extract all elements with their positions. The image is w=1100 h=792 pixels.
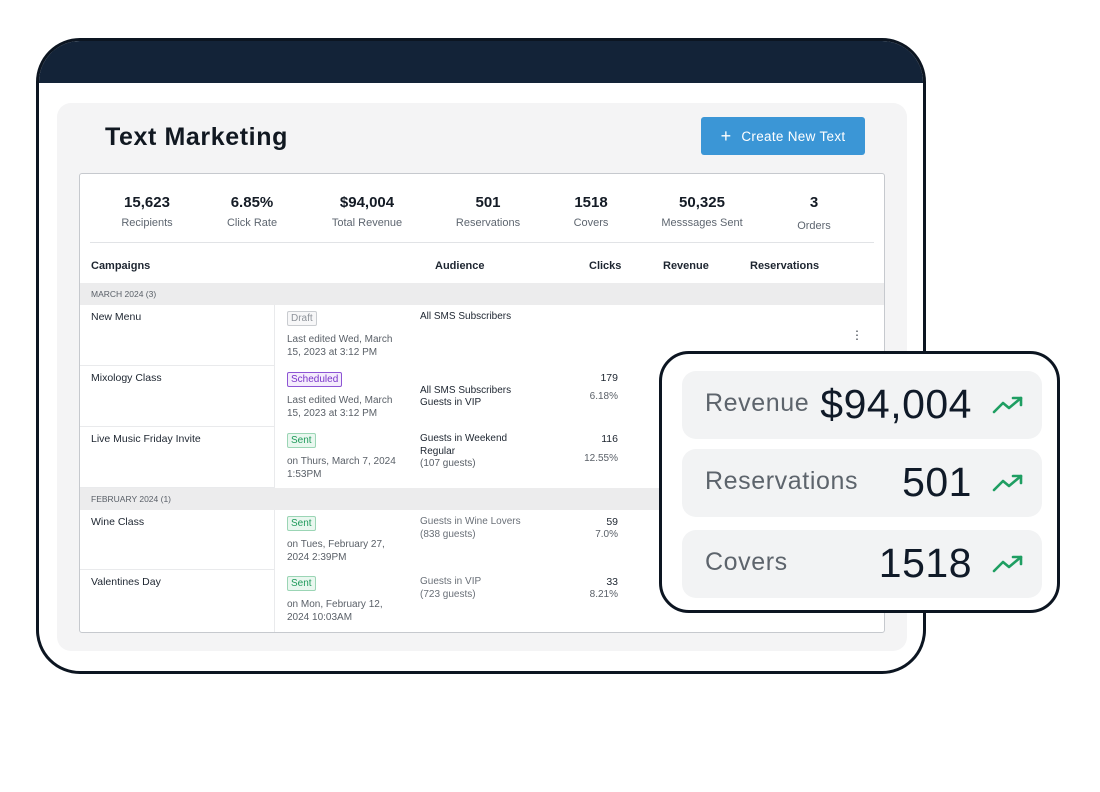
stat-label: Covers [573,217,609,229]
click-rate-value: 6.18% [589,391,618,402]
stat-value: 6.85% [230,194,274,211]
column-reservations[interactable]: Reservations [750,260,819,272]
campaign-date: Last edited Wed, March 15, 2023 at 3:12 … [287,334,393,358]
metric-label: Covers [705,548,788,576]
click-rate-value: 8.21% [589,589,618,600]
more-options-icon[interactable]: ⋮ [851,329,863,341]
stat-click-rate: 6.85% Click Rate [227,194,277,229]
stat-value: 50,325 [679,194,725,211]
trending-up-icon [992,474,1023,492]
stat-value: $94,004 [339,194,395,211]
stat-label: Messsages Sent [661,217,743,229]
stat-label: Click Rate [226,217,278,229]
column-audience[interactable]: Audience [435,260,485,272]
stat-value: 501 [475,194,501,211]
column-campaigns[interactable]: Campaigns [91,260,150,272]
page-title: Text Marketing [105,123,288,151]
stats-divider [90,242,874,243]
stat-reservations: 501 Reservations [456,194,520,229]
trending-up-icon [992,396,1023,414]
status-badge: Sent [287,433,316,448]
audience-cell: All SMS Subscribers [420,311,538,324]
stat-value: 3 [809,194,819,211]
metric-value: 501 [902,459,972,505]
audience-cell: All SMS Subscribers Guests in VIP [420,372,538,422]
audience-count: (107 guests) [420,458,476,469]
audience-name: All SMS Subscribers [420,311,512,322]
campaign-name[interactable]: New Menu [91,311,141,323]
campaign-date: on Mon, February 12, 2024 10:03AM [287,599,383,623]
create-new-text-button[interactable]: + Create New Text [701,117,865,155]
stat-messages-sent: 50,325 Messsages Sent [661,194,742,229]
metric-covers: Covers 1518 [682,530,1042,598]
metric-label: Reservations [705,467,859,495]
status-badge: Draft [287,311,317,326]
campaign-name[interactable]: Wine Class [91,516,144,528]
trending-up-icon [992,555,1023,573]
audience-count: (723 guests) [420,588,476,600]
audience-cell: Guests in VIP (723 guests) [420,576,538,601]
click-rate-value: 12.55% [584,453,618,464]
group-header: MARCH 2024 (3) [80,283,884,305]
stat-value: 1518 [574,194,608,211]
column-clicks[interactable]: Clicks [589,260,621,272]
highlights-card: Revenue $94,004 Reservations 501 Covers … [659,351,1060,613]
click-rate-value: 7.0% [595,529,618,540]
stat-label: Recipients [121,217,173,229]
campaign-date: Last edited Wed, March 15, 2023 at 3:12 … [287,395,393,419]
metric-label: Revenue [705,389,810,417]
stat-recipients: 15,623 Recipients [121,194,172,229]
audience-cell: Guests in Wine Lovers (838 guests) [420,516,538,541]
campaign-date: on Tues, February 27, 2024 2:39PM [287,539,385,563]
stat-value: 15,623 [124,194,170,211]
stat-total-revenue: $94,004 Total Revenue [332,194,402,229]
audience-name: Guests in Weekend Regular [420,433,508,457]
campaign-name[interactable]: Valentines Day [91,576,161,588]
device-top-bar [39,41,923,83]
audience-cell: Guests in Weekend Regular (107 guests) [420,433,520,471]
clicks-value: 179 [600,372,618,384]
stat-label: Reservations [455,217,521,229]
audience-name: Guests in Wine Lovers [420,516,521,527]
stat-covers: 1518 Covers [574,194,609,229]
metric-value: 1518 [878,540,972,586]
campaign-date: on Thurs, March 7, 2024 1:53PM [287,456,396,480]
create-new-text-label: Create New Text [741,128,846,144]
plus-icon: + [720,126,732,146]
clicks-value: 116 [601,433,618,445]
campaign-name[interactable]: Mixology Class [91,372,162,384]
clicks-value: 33 [606,576,618,588]
clicks-value: 59 [606,516,618,528]
metric-value: $94,004 [820,381,972,427]
audience-count: (838 guests) [420,528,476,540]
campaign-name[interactable]: Live Music Friday Invite [91,433,201,445]
stat-label: Total Revenue [331,217,403,229]
column-revenue[interactable]: Revenue [663,260,709,272]
audience-name: All SMS Subscribers Guests in VIP [420,384,512,409]
stat-label: Orders [797,220,831,232]
metric-reservations: Reservations 501 [682,449,1042,517]
status-badge: Scheduled [287,372,343,387]
audience-name: Guests in VIP [420,576,482,587]
status-badge: Sent [287,516,316,531]
stat-orders: 3 Orders [797,194,831,232]
metric-revenue: Revenue $94,004 [682,371,1042,439]
status-badge: Sent [287,576,316,591]
